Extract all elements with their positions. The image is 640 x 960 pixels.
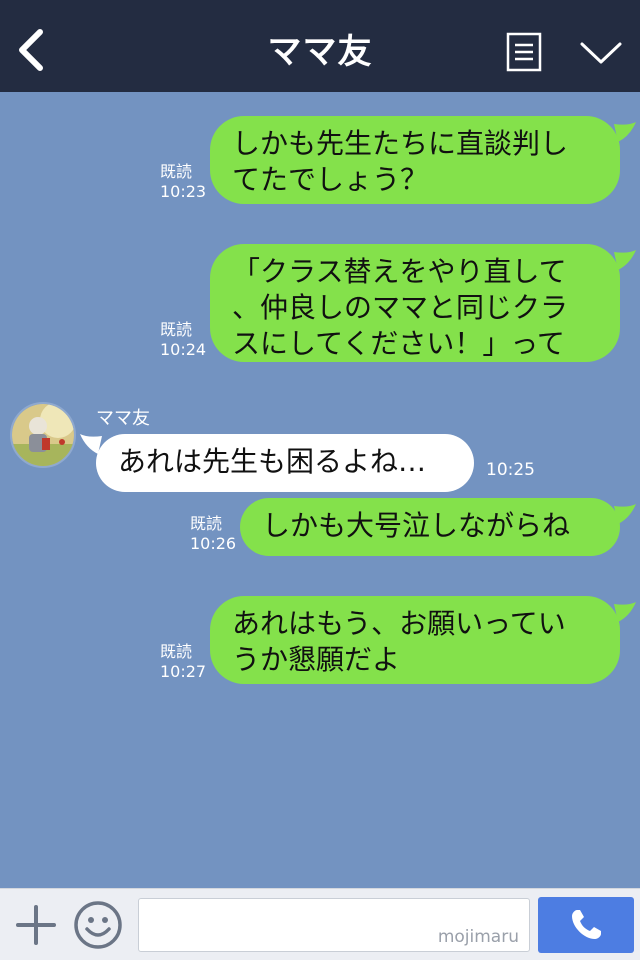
- add-button[interactable]: [14, 903, 58, 947]
- message-time: 10:25: [486, 460, 535, 480]
- bubble-tail: [614, 602, 636, 622]
- chat-header: ママ友: [0, 0, 640, 92]
- read-receipt: 既読 10:26: [190, 514, 237, 553]
- chat-title: ママ友: [267, 32, 373, 72]
- message-bubble[interactable]: しかも大号泣しながらね: [240, 498, 620, 556]
- message-bubble[interactable]: しかも先生たちに直談判し てたでしょう？: [210, 116, 620, 204]
- message-line: 「クラス替えをやり直して: [232, 255, 567, 288]
- menu-button[interactable]: [506, 32, 542, 72]
- bubble-tail: [614, 504, 636, 524]
- message-bubble[interactable]: あれは先生も困るよね…: [96, 434, 474, 492]
- chevron-down-icon: [580, 42, 622, 64]
- sender-name: ママ友: [96, 408, 150, 429]
- message-line: あれは先生も困るよね…: [118, 445, 427, 478]
- message-bubble[interactable]: 「クラス替えをやり直して 、仲良しのママと同じクラ スにしてください！」って: [210, 244, 620, 362]
- message-bubble[interactable]: あれはもう、お願いってい うか懇願だよ: [210, 596, 620, 684]
- bubble-tail: [80, 434, 102, 454]
- phone-icon: [572, 910, 601, 939]
- chat-area[interactable]: 既読 10:23 しかも先生たちに直談判し てたでしょう？ 既読 10:24 「…: [0, 92, 640, 888]
- read-receipt: 既読 10:24: [160, 320, 207, 359]
- message-line: しかも大号泣しながらね: [262, 509, 571, 542]
- avatar[interactable]: [10, 402, 76, 468]
- document-menu-icon: [506, 32, 542, 72]
- read-receipt: 既読 10:23: [160, 162, 207, 201]
- bubble-tail: [614, 250, 636, 270]
- emoji-button[interactable]: [72, 899, 124, 951]
- smiley-icon: [74, 901, 122, 949]
- collapse-button[interactable]: [578, 38, 624, 68]
- input-bar: mojimaru: [0, 888, 640, 960]
- message-line: あれはもう、お願いってい: [232, 607, 566, 640]
- message-line: てたでしょう？: [232, 163, 429, 196]
- watermark-text: mojimaru: [437, 927, 519, 947]
- message-line: スにしてください！」って: [232, 327, 565, 360]
- message-input[interactable]: mojimaru: [138, 898, 530, 952]
- message-line: しかも先生たちに直談判し: [232, 127, 569, 160]
- plus-icon: [16, 905, 56, 945]
- call-button[interactable]: [538, 897, 634, 953]
- message-line: うか懇願だよ: [232, 643, 401, 676]
- bubble-tail: [614, 122, 636, 142]
- read-receipt: 既読 10:27: [160, 642, 207, 681]
- avatar-image: [12, 404, 74, 466]
- message-line: 、仲良しのママと同じクラ: [232, 291, 569, 324]
